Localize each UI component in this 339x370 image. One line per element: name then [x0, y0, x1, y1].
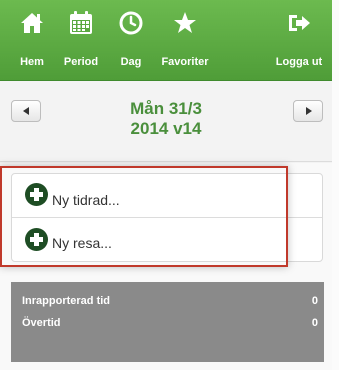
summary-label: Övertid [22, 317, 61, 329]
summary-value: 0 [311, 317, 318, 329]
summary-panel: Inrapporterad tid 0 Övertid 0 [11, 282, 324, 362]
new-trip-label: Ny resa... [52, 235, 112, 251]
summary-row-reported: Inrapporterad tid 0 [22, 295, 318, 309]
nav-label: Period [63, 56, 99, 68]
plus-circle-icon [25, 183, 48, 206]
next-day-button[interactable] [293, 100, 323, 122]
summary-label: Inrapporterad tid [22, 295, 111, 307]
home-icon [21, 13, 43, 33]
window-edge [332, 0, 339, 370]
caret-right-icon [306, 107, 312, 115]
nav-item-period[interactable]: Period [59, 0, 103, 81]
date-year-week: 2014 v14 [130, 119, 202, 138]
summary-value: 0 [311, 295, 318, 307]
summary-row-overtime: Övertid 0 [22, 317, 318, 331]
date-day: Mån 31/3 [130, 99, 202, 118]
new-time-row-label: Ny tidrad... [52, 192, 120, 208]
current-date: Mån 31/3 2014 v14 [60, 99, 272, 139]
nav-item-favoriter[interactable]: Favoriter [158, 0, 212, 81]
star-icon [174, 12, 196, 33]
date-bar: Mån 31/3 2014 v14 [0, 82, 332, 162]
nav-item-hem[interactable]: Hem [11, 0, 53, 81]
top-navbar: Hem Period Dag Favoriter Logga ut [0, 0, 332, 81]
nav-item-dag[interactable]: Dag [114, 0, 148, 81]
nav-label: Logga ut [275, 56, 323, 68]
nav-label: Dag [120, 56, 142, 68]
calendar-icon [70, 11, 92, 34]
previous-day-button[interactable] [11, 100, 41, 122]
nav-item-logout[interactable]: Logga ut [272, 0, 326, 81]
caret-left-icon [23, 107, 29, 115]
plus-circle-icon [25, 228, 48, 251]
nav-label: Favoriter [161, 56, 209, 68]
logout-icon [289, 15, 310, 31]
clock-icon [119, 11, 143, 35]
nav-label: Hem [20, 56, 44, 68]
add-actions-card: Ny tidrad... Ny resa... [11, 173, 323, 262]
